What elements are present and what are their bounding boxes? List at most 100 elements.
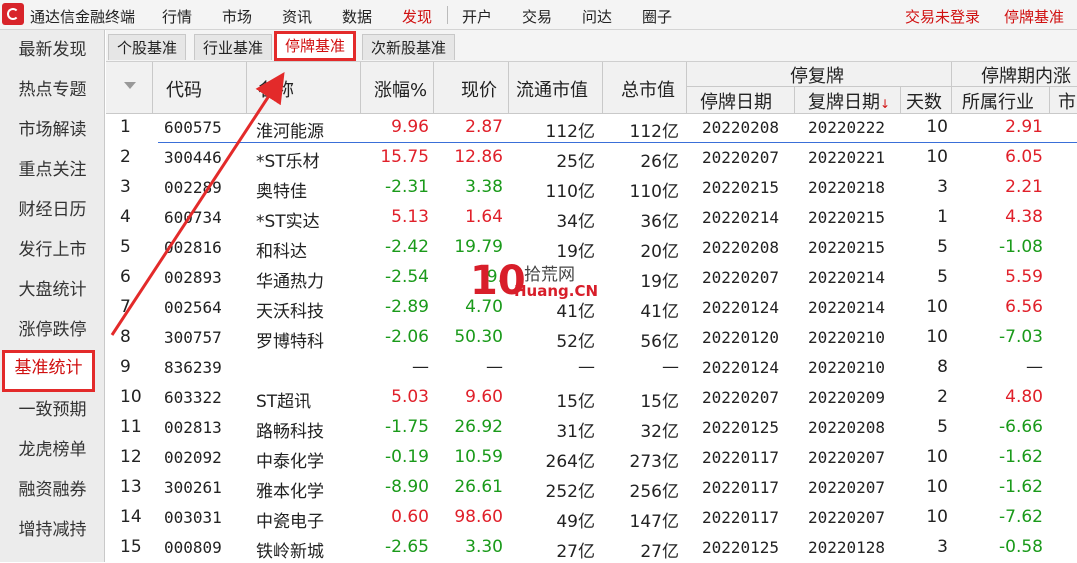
cell-resume-date: 20220207 — [808, 478, 886, 497]
table-row[interactable]: 3 002289 奥特佳 -2.31 3.38 110亿 110亿 20220215 20220… — [106, 173, 1077, 203]
col-header-float-cap[interactable]: 流通市值 — [516, 76, 588, 102]
suspend-benchmark-link[interactable]: 停牌基准 — [1004, 6, 1064, 27]
trade-login-status[interactable]: 交易未登录 — [905, 6, 980, 27]
menu-item-data[interactable]: 数据 — [342, 6, 372, 27]
cell-suspend-date: 20220124 — [702, 298, 780, 317]
cell-total-cap: 273亿 — [629, 452, 679, 472]
menu-item-market[interactable]: 市场 — [222, 6, 252, 27]
cell-price: 1.64 — [465, 207, 503, 227]
cell-total-cap: 27亿 — [640, 542, 679, 562]
tab-bar: 个股基准 行业基准 停牌基准 次新股基准 — [106, 30, 1077, 62]
cell-total-cap: 41亿 — [640, 302, 679, 322]
col-header-name[interactable]: 名称 — [258, 76, 294, 102]
sidebar-item-finance-calendar[interactable]: 财经日历 — [0, 192, 105, 228]
cell-days: 10 — [926, 297, 948, 317]
cell-resume-date: 20220221 — [808, 148, 886, 167]
cell-resume-date: 20220210 — [808, 358, 886, 377]
cell-total-cap: 147亿 — [629, 512, 679, 532]
cell-change: -2.65 — [385, 537, 429, 557]
cell-price: 3.30 — [465, 537, 503, 557]
cell-change: -2.89 — [385, 297, 429, 317]
col-header-suspend-date[interactable]: 停牌日期 — [700, 88, 772, 114]
sidebar-item-dragon-tiger[interactable]: 龙虎榜单 — [0, 432, 105, 468]
cell-code: 002289 — [164, 178, 222, 197]
cell-change: -0.19 — [385, 447, 429, 467]
table-row[interactable]: 10 603322 ST超讯 5.03 9.60 15亿 15亿 20220207 202202… — [106, 383, 1077, 413]
cell-industry-change: 4.38 — [1005, 207, 1043, 227]
cell-price: 98.60 — [454, 507, 503, 527]
cell-suspend-date: 20220208 — [702, 118, 780, 137]
col-header-total-cap[interactable]: 总市值 — [621, 76, 675, 102]
sidebar-item-latest-discover[interactable]: 最新发现 — [0, 32, 105, 68]
table-row[interactable]: 1 600575 淮河能源 9.96 2.87 112亿 112亿 20220208 20220… — [106, 113, 1077, 143]
col-header-industry[interactable]: 所属行业 — [962, 88, 1034, 114]
cell-name: 天沃科技 — [256, 302, 324, 322]
col-header-days[interactable]: 天数 — [906, 88, 942, 114]
table-row[interactable]: 9 836239 — — — — 20220124 20220210 8 — — [106, 353, 1077, 383]
row-index: 7 — [120, 297, 131, 317]
sidebar-item-margin[interactable]: 融资融券 — [0, 472, 105, 508]
cell-change: — — [412, 357, 429, 377]
table-row[interactable]: 2 300446 *ST乐材 15.75 12.86 25亿 26亿 20220207 2022… — [106, 143, 1077, 173]
table-row[interactable]: 13 300261 雅本化学 -8.90 26.61 252亿 256亿 20220117 20… — [106, 473, 1077, 503]
cell-name: 路畅科技 — [256, 422, 324, 442]
tab-industry-benchmark[interactable]: 行业基准 — [194, 34, 273, 60]
cell-total-cap: 20亿 — [640, 242, 679, 262]
sidebar-item-limit-up-down[interactable]: 涨停跌停 — [0, 312, 105, 348]
cell-days: 5 — [937, 417, 948, 437]
sidebar-item-key-focus[interactable]: 重点关注 — [0, 152, 105, 188]
col-header-resume-date[interactable]: 复牌日期↓ — [808, 88, 890, 114]
cell-industry-change: -1.62 — [999, 477, 1043, 497]
menu-item-ask[interactable]: 问达 — [582, 6, 612, 27]
sidebar-item-market-stats[interactable]: 大盘统计 — [0, 272, 105, 308]
sidebar-item-market-analysis[interactable]: 市场解读 — [0, 112, 105, 148]
sidebar-item-hot-topics[interactable]: 热点专题 — [0, 72, 105, 108]
cell-price: 50.30 — [454, 327, 503, 347]
tab-new-stock-benchmark[interactable]: 次新股基准 — [362, 34, 456, 60]
row-index: 8 — [120, 327, 131, 347]
table-row[interactable]: 4 600734 *ST实达 5.13 1.64 34亿 36亿 20220214 202202… — [106, 203, 1077, 233]
col-header-price[interactable]: 现价 — [461, 76, 497, 102]
col-header-change[interactable]: 涨幅% — [374, 76, 427, 102]
menu-item-circle[interactable]: 圈子 — [642, 6, 672, 27]
menu-item-discover[interactable]: 发现 — [402, 6, 432, 27]
cell-industry-change: -6.66 — [999, 417, 1043, 437]
sidebar-item-benchmark-stats[interactable]: 基准统计 — [2, 350, 95, 392]
table-row[interactable]: 15 000809 铁岭新城 -2.65 3.30 27亿 27亿 20220125 20220… — [106, 533, 1077, 563]
menu-item-quotes[interactable]: 行情 — [162, 6, 192, 27]
col-header-code[interactable]: 代码 — [166, 76, 202, 102]
cell-total-cap: 110亿 — [629, 182, 679, 202]
menu-item-trade[interactable]: 交易 — [522, 6, 552, 27]
cell-suspend-date: 20220120 — [702, 328, 780, 347]
cell-total-cap: 15亿 — [640, 392, 679, 412]
col-header-market[interactable]: 市 — [1058, 88, 1076, 114]
cell-suspend-date: 20220125 — [702, 538, 780, 557]
cell-total-cap: 26亿 — [640, 152, 679, 172]
cell-change: -2.54 — [385, 267, 429, 287]
menu-item-open-account[interactable]: 开户 — [462, 6, 492, 27]
cell-change: 5.13 — [391, 207, 429, 227]
cell-float-cap: 49亿 — [556, 512, 595, 532]
col-group-suspend-period: 停牌期内涨 — [981, 66, 1071, 87]
table-row[interactable]: 14 003031 中瓷电子 0.60 98.60 49亿 147亿 20220117 2022… — [106, 503, 1077, 533]
table-row[interactable]: 8 300757 罗博特科 -2.06 50.30 52亿 56亿 20220120 20220… — [106, 323, 1077, 353]
cell-days: 10 — [926, 447, 948, 467]
sidebar-item-consensus[interactable]: 一致预期 — [0, 392, 105, 428]
table-row[interactable]: 11 002813 路畅科技 -1.75 26.92 31亿 32亿 20220125 2022… — [106, 413, 1077, 443]
sort-caret-icon[interactable] — [124, 82, 136, 89]
cell-suspend-date: 20220125 — [702, 418, 780, 437]
menu-item-news[interactable]: 资讯 — [282, 6, 312, 27]
cell-resume-date: 20220222 — [808, 118, 886, 137]
row-index: 13 — [120, 477, 142, 497]
cell-days: 8 — [937, 357, 948, 377]
row-index: 11 — [120, 417, 142, 437]
sidebar-item-holdings-change[interactable]: 增持减持 — [0, 512, 105, 548]
tab-suspension-benchmark[interactable]: 停牌基准 — [274, 31, 357, 61]
cell-code: 300757 — [164, 328, 222, 347]
tab-stock-benchmark[interactable]: 个股基准 — [108, 34, 187, 60]
table-row[interactable]: 12 002092 中泰化学 -0.19 10.59 264亿 273亿 20220117 20… — [106, 443, 1077, 473]
cell-days: 3 — [937, 177, 948, 197]
cell-change: -2.31 — [385, 177, 429, 197]
top-menu-bar: 通达信金融终端 行情 市场 资讯 数据 发现 开户 交易 问达 圈子 交易未登录… — [0, 0, 1077, 30]
sidebar-item-ipo[interactable]: 发行上市 — [0, 232, 105, 268]
